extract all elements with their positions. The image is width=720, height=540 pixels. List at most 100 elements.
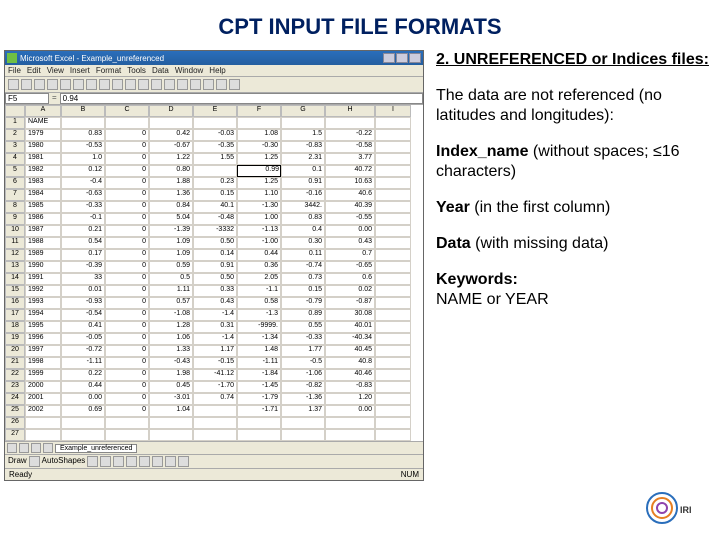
- row-header[interactable]: 10: [5, 225, 25, 237]
- column-header[interactable]: H: [325, 105, 375, 117]
- cell[interactable]: 40.6: [325, 189, 375, 201]
- cell[interactable]: [375, 261, 411, 273]
- cell[interactable]: 0: [105, 285, 149, 297]
- cell[interactable]: 40.45: [325, 345, 375, 357]
- toolbar-button-icon[interactable]: [60, 79, 71, 90]
- cell[interactable]: 0.7: [325, 249, 375, 261]
- cell[interactable]: -1.06: [281, 369, 325, 381]
- cell[interactable]: [193, 417, 237, 429]
- cell[interactable]: 40.1: [193, 201, 237, 213]
- cell[interactable]: -0.74: [281, 261, 325, 273]
- cell[interactable]: -0.05: [61, 333, 105, 345]
- menu-item[interactable]: Edit: [27, 66, 41, 75]
- cell[interactable]: 0: [105, 189, 149, 201]
- cell[interactable]: 0: [105, 333, 149, 345]
- cell[interactable]: 2.05: [237, 273, 281, 285]
- cell[interactable]: 40.72: [325, 165, 375, 177]
- cell[interactable]: 0.44: [61, 381, 105, 393]
- cell[interactable]: 0.15: [281, 285, 325, 297]
- cell[interactable]: [375, 285, 411, 297]
- cell[interactable]: -0.65: [325, 261, 375, 273]
- cell[interactable]: -0.87: [325, 297, 375, 309]
- cell[interactable]: 1983: [25, 177, 61, 189]
- cell[interactable]: [237, 117, 281, 129]
- maximize-icon[interactable]: [396, 53, 408, 63]
- cell[interactable]: 1.0: [61, 153, 105, 165]
- cell[interactable]: 1987: [25, 225, 61, 237]
- cell[interactable]: -0.33: [61, 201, 105, 213]
- toolbar-button-icon[interactable]: [112, 79, 123, 90]
- row-header[interactable]: 19: [5, 333, 25, 345]
- row-header[interactable]: 13: [5, 261, 25, 273]
- row-header[interactable]: 18: [5, 321, 25, 333]
- cell[interactable]: [375, 213, 411, 225]
- row-header[interactable]: 5: [5, 165, 25, 177]
- cell[interactable]: 33: [61, 273, 105, 285]
- row-header[interactable]: 9: [5, 213, 25, 225]
- cell[interactable]: 1.48: [237, 345, 281, 357]
- cell[interactable]: 0.91: [193, 261, 237, 273]
- cell[interactable]: 5.04: [149, 213, 193, 225]
- cell[interactable]: [149, 117, 193, 129]
- cell[interactable]: 0.57: [149, 297, 193, 309]
- row-header[interactable]: 3: [5, 141, 25, 153]
- cell[interactable]: -0.67: [149, 141, 193, 153]
- cell[interactable]: 1989: [25, 249, 61, 261]
- cell[interactable]: 0.31: [193, 321, 237, 333]
- row-header[interactable]: 27: [5, 429, 25, 441]
- cell[interactable]: -0.48: [193, 213, 237, 225]
- cell[interactable]: [193, 405, 237, 417]
- cell[interactable]: -1.79: [237, 393, 281, 405]
- cell[interactable]: [61, 417, 105, 429]
- cell[interactable]: -40.34: [325, 333, 375, 345]
- cell[interactable]: 0.89: [281, 309, 325, 321]
- row-header[interactable]: 7: [5, 189, 25, 201]
- cell[interactable]: [375, 309, 411, 321]
- cell[interactable]: [281, 117, 325, 129]
- cell[interactable]: 2000: [25, 381, 61, 393]
- row-header[interactable]: 26: [5, 417, 25, 429]
- cell[interactable]: [375, 117, 411, 129]
- cell[interactable]: [375, 249, 411, 261]
- row-header[interactable]: 21: [5, 357, 25, 369]
- cell[interactable]: [375, 429, 411, 441]
- row-header[interactable]: 12: [5, 249, 25, 261]
- row-header[interactable]: 17: [5, 309, 25, 321]
- cell[interactable]: 0.4: [281, 225, 325, 237]
- cell[interactable]: 0.59: [149, 261, 193, 273]
- cell[interactable]: 0.99: [237, 165, 281, 177]
- cell[interactable]: -0.55: [325, 213, 375, 225]
- cell[interactable]: 0.50: [193, 237, 237, 249]
- menu-item[interactable]: View: [47, 66, 64, 75]
- row-header[interactable]: 24: [5, 393, 25, 405]
- cell[interactable]: 0.80: [149, 165, 193, 177]
- cell[interactable]: 1990: [25, 261, 61, 273]
- cell[interactable]: -1.00: [237, 237, 281, 249]
- cell[interactable]: 0.69: [61, 405, 105, 417]
- cell[interactable]: [375, 345, 411, 357]
- row-header[interactable]: 11: [5, 237, 25, 249]
- cell[interactable]: 2001: [25, 393, 61, 405]
- fx-icon[interactable]: =: [49, 93, 60, 104]
- cell[interactable]: 0.50: [193, 273, 237, 285]
- draw-tool-icon[interactable]: [126, 456, 137, 467]
- cell[interactable]: 1982: [25, 165, 61, 177]
- cell[interactable]: 1994: [25, 309, 61, 321]
- cell[interactable]: 1998: [25, 357, 61, 369]
- cell[interactable]: 0.91: [281, 177, 325, 189]
- cell[interactable]: 0.45: [149, 381, 193, 393]
- cell[interactable]: [105, 417, 149, 429]
- cell[interactable]: [375, 141, 411, 153]
- cell[interactable]: [25, 417, 61, 429]
- formula-input[interactable]: 0.94: [60, 93, 423, 104]
- cell[interactable]: 1.06: [149, 333, 193, 345]
- cell[interactable]: [281, 417, 325, 429]
- cell[interactable]: [61, 117, 105, 129]
- draw-arrow-icon[interactable]: [29, 456, 40, 467]
- cell[interactable]: 3.77: [325, 153, 375, 165]
- toolbar-button-icon[interactable]: [73, 79, 84, 90]
- cell[interactable]: -0.82: [281, 381, 325, 393]
- cell[interactable]: 0.36: [237, 261, 281, 273]
- column-header[interactable]: F: [237, 105, 281, 117]
- cell[interactable]: 1980: [25, 141, 61, 153]
